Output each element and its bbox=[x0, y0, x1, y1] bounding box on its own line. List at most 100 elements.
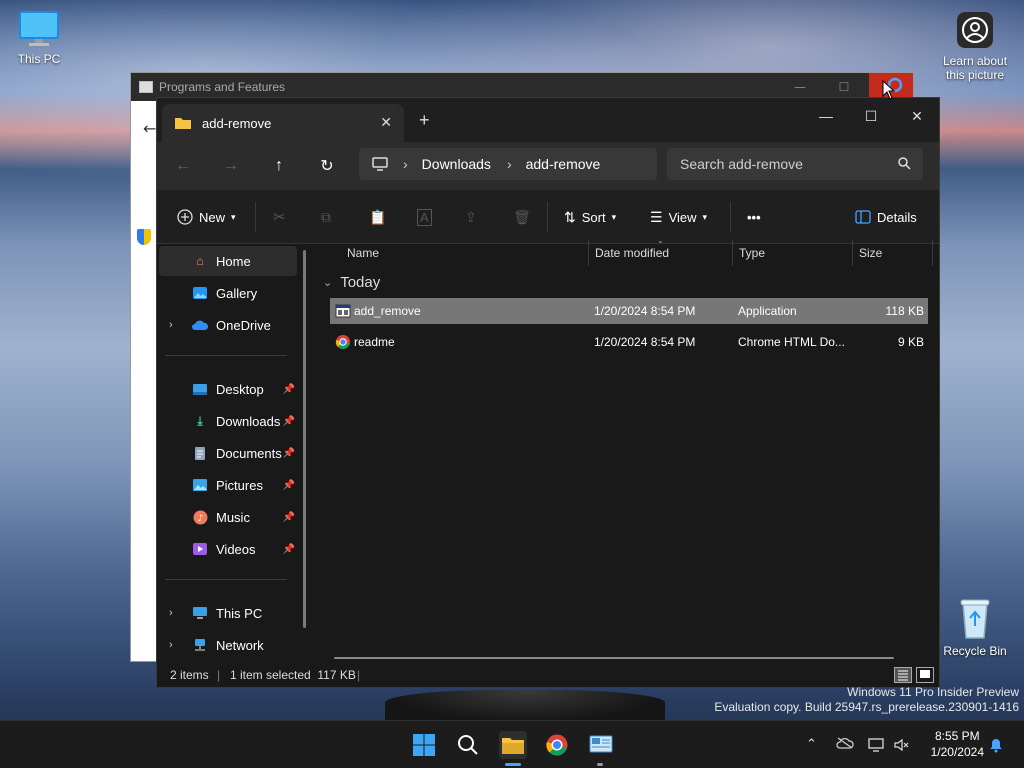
desktop-icon bbox=[191, 381, 209, 397]
desktop-icon-this-pc[interactable]: This PC bbox=[1, 10, 77, 66]
chrome-taskbar-button[interactable] bbox=[543, 731, 571, 759]
tab-bar[interactable]: add-remove ✕ + — ☐ ✕ bbox=[157, 98, 939, 142]
tab-add-remove[interactable]: add-remove ✕ bbox=[162, 104, 404, 142]
nav-item-network[interactable]: › Network bbox=[159, 630, 297, 660]
search-input[interactable]: Search add-remove bbox=[667, 148, 923, 180]
column-header-size[interactable]: Size bbox=[859, 246, 882, 260]
pin-icon[interactable]: 📌 bbox=[283, 384, 295, 395]
nav-item-gallery[interactable]: Gallery bbox=[159, 278, 297, 308]
file-row[interactable]: readme 1/20/2024 8:54 PM Chrome HTML Do.… bbox=[330, 329, 928, 355]
share-button[interactable]: ⇪ bbox=[465, 204, 477, 230]
column-header-name[interactable]: Name bbox=[347, 246, 379, 260]
pin-icon[interactable]: 📌 bbox=[283, 416, 295, 427]
group-label: Today bbox=[340, 274, 381, 291]
details-pane-button[interactable]: Details bbox=[855, 204, 917, 230]
paste-icon: 📋 bbox=[369, 208, 387, 225]
network-tray-icon[interactable] bbox=[867, 737, 885, 757]
onedrive-tray-icon[interactable] bbox=[836, 737, 854, 753]
clock-date: 1/20/2024 bbox=[930, 745, 984, 759]
sort-button[interactable]: ⇅ Sort ▾ bbox=[564, 204, 616, 230]
cut-button[interactable]: ✂ bbox=[273, 204, 286, 230]
nav-item-onedrive[interactable]: › OneDrive bbox=[159, 310, 297, 340]
nav-item-home[interactable]: ⌂ Home bbox=[159, 246, 297, 276]
close-tab-icon[interactable]: ✕ bbox=[380, 114, 392, 131]
back-arrow-icon[interactable]: ← bbox=[143, 119, 156, 138]
search-button[interactable] bbox=[454, 731, 482, 759]
pin-icon[interactable]: 📌 bbox=[283, 448, 295, 459]
minimize-icon: — bbox=[794, 80, 806, 94]
nav-item-desktop[interactable]: Desktop 📌 bbox=[159, 374, 297, 404]
horizontal-scrollbar[interactable] bbox=[334, 657, 894, 659]
column-divider[interactable] bbox=[932, 240, 933, 266]
system-clock[interactable]: 8:55 PM 1/20/2024 bbox=[931, 728, 984, 760]
watermark-line2: Evaluation copy. Build 25947.rs_prerelea… bbox=[714, 700, 1019, 714]
nav-scrollbar[interactable] bbox=[303, 250, 306, 628]
refresh-button[interactable]: ↻ bbox=[315, 154, 339, 178]
copy-button[interactable]: ⧉ bbox=[321, 204, 331, 230]
details-view-button[interactable] bbox=[894, 667, 912, 683]
toolbar-divider bbox=[255, 202, 256, 232]
share-icon: ⇪ bbox=[465, 208, 477, 225]
nav-item-music[interactable]: ♪ Music 📌 bbox=[159, 502, 297, 532]
show-hidden-icons-button[interactable]: ⌃ bbox=[806, 737, 817, 752]
chrome-icon bbox=[546, 734, 568, 756]
breadcrumb-downloads[interactable]: Downloads bbox=[422, 156, 491, 172]
pin-icon[interactable]: 📌 bbox=[283, 512, 295, 523]
monitor-icon bbox=[18, 10, 60, 48]
search-icon bbox=[898, 157, 911, 170]
breadcrumb-add-remove[interactable]: add-remove bbox=[526, 156, 601, 172]
control-panel-icon bbox=[139, 81, 153, 93]
volume-tray-icon[interactable] bbox=[893, 737, 911, 757]
chevron-right-icon[interactable]: › bbox=[169, 607, 173, 619]
notifications-button[interactable] bbox=[988, 737, 1004, 757]
back-button[interactable]: ← bbox=[171, 154, 195, 178]
more-options-button[interactable]: ••• bbox=[747, 204, 761, 230]
details-view-icon bbox=[898, 670, 908, 681]
pin-icon[interactable]: 📌 bbox=[283, 480, 295, 491]
pin-icon[interactable]: 📌 bbox=[283, 544, 295, 555]
address-field[interactable]: › Downloads › add-remove bbox=[359, 148, 657, 180]
column-header-date[interactable]: Date modified bbox=[595, 246, 669, 260]
up-button[interactable]: ↑ bbox=[267, 154, 291, 178]
picture-icon bbox=[191, 477, 209, 493]
paste-button[interactable]: 📋 bbox=[369, 204, 386, 230]
nav-item-documents[interactable]: Documents 📌 bbox=[159, 438, 297, 468]
mouse-cursor-icon bbox=[882, 80, 896, 100]
cloud-offline-icon bbox=[836, 737, 854, 749]
navigation-pane: ⌂ Home Gallery › OneDrive Desktop 📌 ⤓ Do… bbox=[157, 240, 313, 673]
nav-item-this-pc[interactable]: › This PC bbox=[159, 598, 297, 628]
search-placeholder: Search add-remove bbox=[680, 156, 803, 172]
nav-item-downloads[interactable]: ⤓ Downloads 📌 bbox=[159, 406, 297, 436]
nav-item-pictures[interactable]: Pictures 📌 bbox=[159, 470, 297, 500]
status-bar: 2 items | 1 item selected 117 KB | bbox=[157, 663, 939, 687]
chevron-right-icon[interactable]: › bbox=[169, 639, 173, 651]
desktop-icon-learn-about-picture[interactable]: Learn about this picture bbox=[937, 10, 1013, 82]
chevron-right-icon: › bbox=[506, 156, 512, 172]
new-tab-button[interactable]: + bbox=[419, 110, 430, 131]
rename-button[interactable]: A bbox=[417, 204, 432, 230]
maximize-button[interactable]: ☐ bbox=[848, 102, 894, 130]
column-divider[interactable] bbox=[852, 240, 853, 266]
view-button[interactable]: ☰ View ▾ bbox=[650, 204, 707, 230]
control-panel-taskbar-button[interactable] bbox=[587, 731, 615, 759]
column-header-type[interactable]: Type bbox=[739, 246, 765, 260]
new-button[interactable]: New ▾ bbox=[177, 204, 236, 230]
file-explorer-window[interactable]: add-remove ✕ + — ☐ ✕ ← → ↑ ↻ › Downloads… bbox=[156, 97, 940, 688]
status-divider: | bbox=[357, 668, 361, 682]
delete-button[interactable]: 🗑 bbox=[513, 204, 531, 230]
details-label: Details bbox=[877, 209, 917, 225]
minimize-button[interactable]: — bbox=[803, 102, 849, 130]
tiles-view-button[interactable] bbox=[916, 667, 934, 683]
group-header-today[interactable]: ⌄ Today bbox=[323, 274, 380, 291]
forward-button[interactable]: → bbox=[219, 154, 243, 178]
column-divider[interactable] bbox=[732, 240, 733, 266]
chevron-right-icon[interactable]: › bbox=[169, 319, 173, 331]
start-button[interactable] bbox=[410, 731, 438, 759]
file-row[interactable]: add_remove 1/20/2024 8:54 PM Application… bbox=[330, 298, 928, 324]
close-button[interactable]: ✕ bbox=[894, 102, 940, 130]
desktop-icon-label: This PC bbox=[17, 52, 61, 66]
desktop-icon-recycle-bin[interactable]: Recycle Bin bbox=[937, 596, 1013, 658]
file-explorer-taskbar-button[interactable] bbox=[499, 731, 527, 759]
column-divider[interactable] bbox=[588, 240, 589, 266]
nav-item-videos[interactable]: Videos 📌 bbox=[159, 534, 297, 564]
